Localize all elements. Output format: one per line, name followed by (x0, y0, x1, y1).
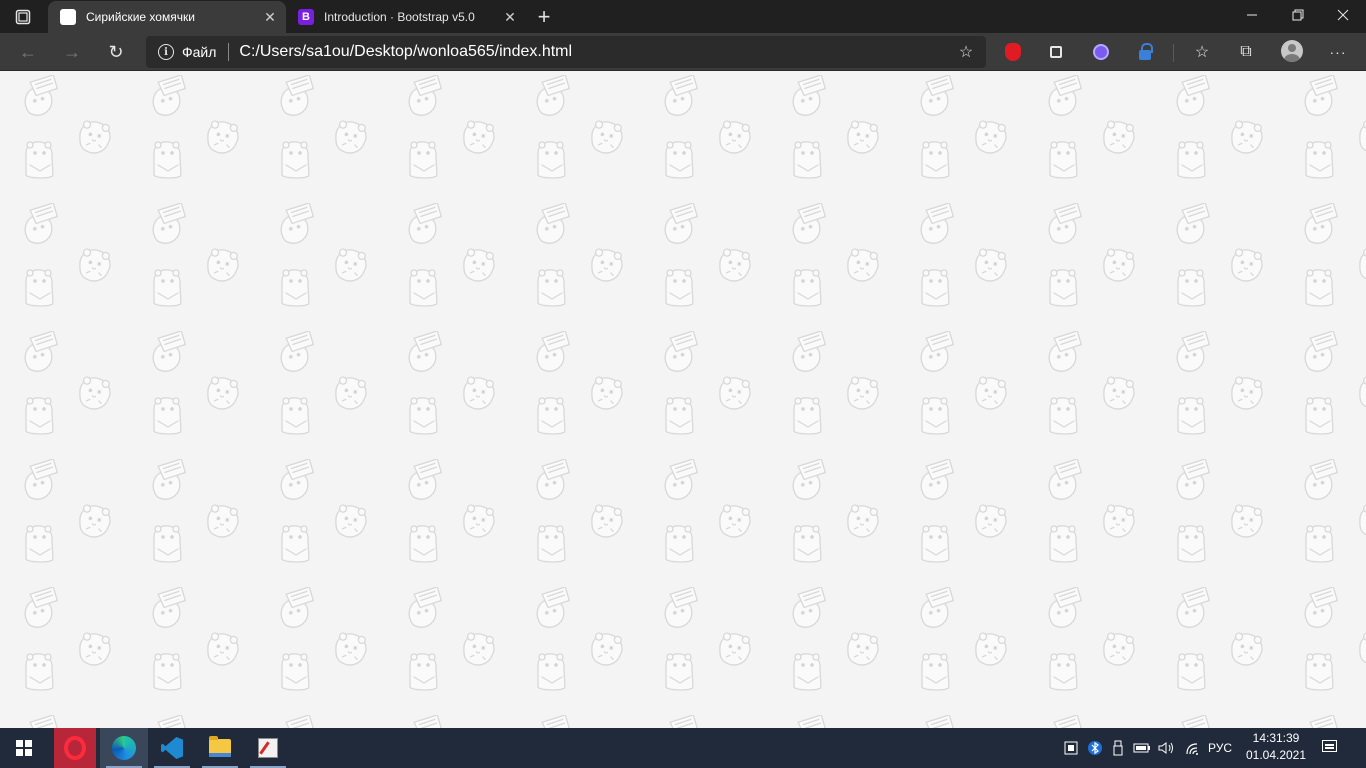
tab-strip: ● Сирийские хомячки ✕ B Introduction · B… (0, 0, 1366, 33)
minimize-icon (1247, 14, 1257, 16)
taskbar-file-explorer[interactable] (196, 728, 244, 768)
toolbar-divider (1173, 44, 1174, 62)
forward-button[interactable]: → (57, 37, 87, 67)
info-icon[interactable]: i (158, 44, 174, 60)
folder-icon (209, 736, 231, 757)
new-tab-button[interactable]: + (531, 4, 557, 30)
edge-icon (112, 736, 136, 760)
tab-title: Introduction · Bootstrap v5.0 (324, 10, 475, 24)
more-menu-icon[interactable]: ··· (1323, 37, 1353, 67)
start-button[interactable] (0, 728, 48, 768)
taskbar-opera[interactable] (54, 728, 96, 768)
scheme-label: Файл (182, 44, 217, 60)
tab-hamsters[interactable]: ● Сирийские хомячки ✕ (48, 1, 286, 33)
tab-title: Сирийские хомячки (86, 10, 195, 24)
collections-icon[interactable]: ⧉ (1231, 37, 1261, 67)
page-content (0, 71, 1366, 728)
close-icon (1337, 9, 1349, 21)
tab-actions-icon (15, 9, 31, 24)
favorites-icon[interactable]: ☆ (1187, 37, 1217, 67)
close-tab-icon[interactable]: ✕ (500, 7, 520, 27)
back-button[interactable]: ← (13, 37, 43, 67)
taskbar: РУС 14:31:39 01.04.2021 (0, 728, 1366, 768)
clock-date: 01.04.2021 (1245, 748, 1307, 762)
vscode-icon (161, 737, 183, 759)
wifi-glyph-icon (1186, 743, 1198, 755)
bootstrap-favicon-icon: B (298, 9, 314, 25)
language-indicator[interactable]: РУС (1206, 728, 1234, 768)
clock-time: 14:31:39 (1252, 731, 1300, 745)
address-bar[interactable]: i Файл C:/Users/sa1ou/Desktop/wonloa565/… (146, 36, 986, 68)
restore-button[interactable] (1275, 0, 1321, 30)
wifi-icon[interactable] (1183, 728, 1203, 768)
lock-extension-icon[interactable] (1133, 40, 1157, 64)
close-tab-icon[interactable]: ✕ (260, 7, 280, 27)
tab-actions-button[interactable] (0, 0, 46, 33)
hamster-sketch-pattern (0, 71, 1366, 728)
bluetooth-icon[interactable] (1086, 728, 1104, 768)
windows-logo-icon (16, 740, 32, 756)
screenshot-crop-icon[interactable] (1044, 40, 1068, 64)
restore-icon (1292, 9, 1304, 21)
taskbar-vscode[interactable] (148, 728, 196, 768)
taskbar-clock[interactable]: 14:31:39 01.04.2021 (1238, 730, 1314, 766)
taskbar-edge[interactable] (100, 728, 148, 768)
address-divider (228, 43, 230, 61)
tray-grid-icon (1064, 741, 1078, 755)
refresh-button[interactable]: ↻ (101, 37, 131, 67)
speaker-glyph-icon (1158, 742, 1173, 754)
browser-toolbar: ← → ↻ i Файл C:/Users/sa1ou/Desktop/wonl… (0, 33, 1366, 71)
battery-icon[interactable] (1132, 728, 1152, 768)
bluetooth-glyph-icon (1088, 741, 1102, 755)
minimize-button[interactable] (1229, 0, 1275, 30)
usb-device-icon[interactable] (1110, 728, 1126, 768)
hamster-favicon-icon: ● (60, 9, 76, 25)
profile-avatar[interactable] (1281, 40, 1303, 62)
notification-center-icon[interactable] (1320, 738, 1340, 758)
taskbar-paint[interactable] (244, 728, 292, 768)
tab-bootstrap[interactable]: B Introduction · Bootstrap v5.0 ✕ (286, 1, 526, 33)
battery-glyph-icon (1133, 743, 1150, 753)
extension-circle-icon[interactable] (1089, 40, 1113, 64)
close-window-button[interactable] (1320, 0, 1366, 30)
volume-icon[interactable] (1157, 728, 1177, 768)
url-text[interactable]: C:/Users/sa1ou/Desktop/wonloa565/index.h… (239, 43, 572, 61)
opera-icon (64, 736, 86, 760)
usb-glyph-icon (1113, 740, 1123, 756)
extension-stop-icon[interactable] (1001, 40, 1025, 64)
paint-icon (258, 738, 278, 758)
add-favorite-icon[interactable]: ☆ (956, 42, 976, 62)
tray-app-icon[interactable] (1062, 728, 1080, 768)
